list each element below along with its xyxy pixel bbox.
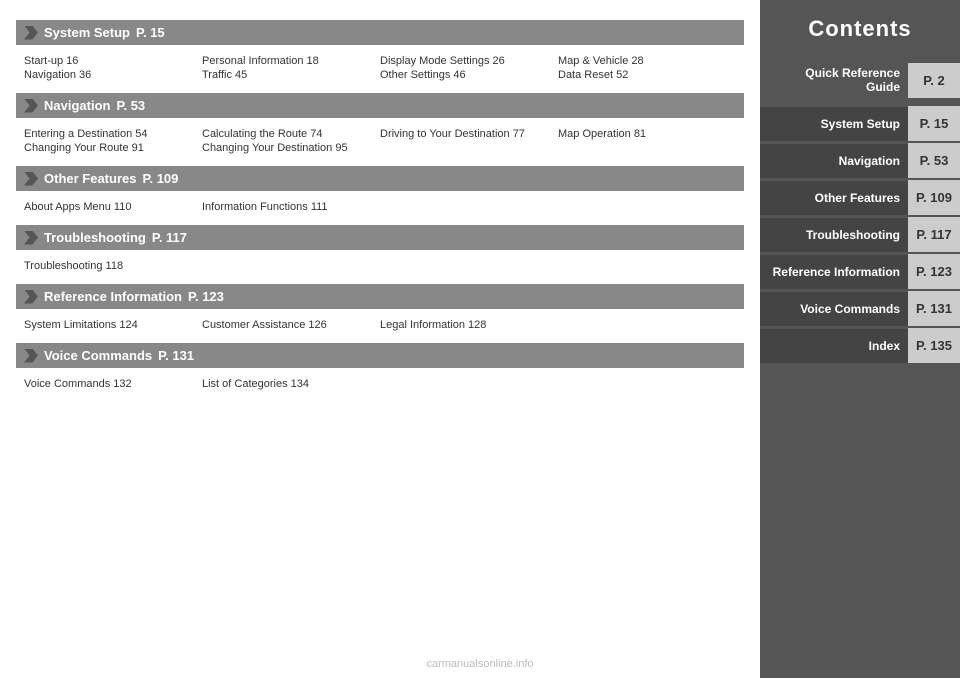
content-cell — [202, 260, 380, 272]
arrow-icon — [24, 231, 38, 245]
content-cell: Other Settings 46 — [380, 69, 558, 81]
sidebar-item-reference-information[interactable]: Reference InformationP. 123 — [760, 254, 960, 289]
content-row: Troubleshooting 118 — [24, 260, 736, 272]
content-cell: List of Categories 134 — [202, 378, 380, 390]
section-header-system-setup: System Setup P. 15 — [16, 20, 744, 45]
sidebar-item-page: P. 131 — [908, 291, 960, 326]
sidebar-item-page: P. 123 — [908, 254, 960, 289]
section-content-troubleshooting: Troubleshooting 118 — [16, 256, 744, 284]
sidebar-item-page: P. 117 — [908, 217, 960, 252]
sidebar-item-troubleshooting[interactable]: TroubleshootingP. 117 — [760, 217, 960, 252]
section-content-navigation: Entering a Destination 54Calculating the… — [16, 124, 744, 166]
sidebar-item-label: Navigation — [760, 144, 908, 178]
section-header-voice-commands: Voice Commands P. 131 — [16, 343, 744, 368]
content-cell — [380, 260, 558, 272]
content-cell: Information Functions 111 — [202, 201, 380, 213]
sidebar-item-quick-reference-guide[interactable]: Quick Reference GuideP. 2 — [760, 56, 960, 104]
sidebar-item-page: P. 15 — [908, 106, 960, 141]
content-cell: Voice Commands 132 — [24, 378, 202, 390]
arrow-icon — [24, 349, 38, 363]
section-title: Other Features — [44, 171, 136, 186]
content-cell — [380, 378, 558, 390]
sidebar-item-page: P. 2 — [908, 63, 960, 98]
section-header-other-features: Other Features P. 109 — [16, 166, 744, 191]
sidebar-item-voice-commands[interactable]: Voice CommandsP. 131 — [760, 291, 960, 326]
sidebar-item-index[interactable]: IndexP. 135 — [760, 328, 960, 363]
sidebar-item-label: Troubleshooting — [760, 218, 908, 252]
content-row: About Apps Menu 110Information Functions… — [24, 201, 736, 213]
sidebar-item-page: P. 53 — [908, 143, 960, 178]
content-cell: Personal Information 18 — [202, 55, 380, 67]
section-header-reference-information: Reference Information P. 123 — [16, 284, 744, 309]
content-cell: Map Operation 81 — [558, 128, 736, 140]
section-content-system-setup: Start-up 16Personal Information 18Displa… — [16, 51, 744, 93]
sidebar-item-page: P. 109 — [908, 180, 960, 215]
content-cell: Traffic 45 — [202, 69, 380, 81]
content-cell: Customer Assistance 126 — [202, 319, 380, 331]
content-cell: Calculating the Route 74 — [202, 128, 380, 140]
content-cell — [558, 378, 736, 390]
content-cell: Display Mode Settings 26 — [380, 55, 558, 67]
content-row: Entering a Destination 54Calculating the… — [24, 128, 736, 140]
section-content-reference-information: System Limitations 124Customer Assistanc… — [16, 315, 744, 343]
content-cell — [558, 260, 736, 272]
sidebar-item-page: P. 135 — [908, 328, 960, 363]
section-title: Reference Information — [44, 289, 182, 304]
sidebar-item-navigation[interactable]: NavigationP. 53 — [760, 143, 960, 178]
sidebar-item-label: Reference Information — [760, 255, 908, 289]
content-row: Voice Commands 132List of Categories 134 — [24, 378, 736, 390]
section-page: P. 131 — [158, 348, 194, 363]
arrow-icon — [24, 99, 38, 113]
section-content-voice-commands: Voice Commands 132List of Categories 134 — [16, 374, 744, 402]
section-page: P. 15 — [136, 25, 165, 40]
sidebar-item-label: Other Features — [760, 181, 908, 215]
section-title: Voice Commands — [44, 348, 152, 363]
section-page: P. 109 — [142, 171, 178, 186]
sidebar-item-label: Voice Commands — [760, 292, 908, 326]
content-cell: Data Reset 52 — [558, 69, 736, 81]
content-cell — [558, 319, 736, 331]
arrow-icon — [24, 290, 38, 304]
content-cell: Changing Your Route 91 — [24, 142, 202, 154]
sidebar-title: Contents — [760, 0, 960, 56]
content-cell: Legal Information 128 — [380, 319, 558, 331]
section-title: Troubleshooting — [44, 230, 146, 245]
content-area: System Setup P. 15 Start-up 16Personal In… — [0, 0, 760, 678]
section-title: System Setup — [44, 25, 130, 40]
content-cell — [380, 201, 558, 213]
content-row: Changing Your Route 91Changing Your Dest… — [24, 142, 736, 154]
content-row: System Limitations 124Customer Assistanc… — [24, 319, 736, 331]
arrow-icon — [24, 172, 38, 186]
sidebar-item-system-setup[interactable]: System SetupP. 15 — [760, 106, 960, 141]
sidebar-item-label: System Setup — [760, 107, 908, 141]
section-header-troubleshooting: Troubleshooting P. 117 — [16, 225, 744, 250]
content-cell: About Apps Menu 110 — [24, 201, 202, 213]
content-row: Navigation 36Traffic 45Other Settings 46… — [24, 69, 736, 81]
section-title: Navigation — [44, 98, 110, 113]
content-cell: System Limitations 124 — [24, 319, 202, 331]
section-page: P. 53 — [116, 98, 145, 113]
content-cell: Map & Vehicle 28 — [558, 55, 736, 67]
content-cell — [558, 201, 736, 213]
content-cell: Navigation 36 — [24, 69, 202, 81]
content-cell: Changing Your Destination 95 — [202, 142, 380, 154]
content-cell — [380, 142, 558, 154]
sidebar-item-label: Quick Reference Guide — [760, 56, 908, 104]
section-content-other-features: About Apps Menu 110Information Functions… — [16, 197, 744, 225]
section-header-navigation: Navigation P. 53 — [16, 93, 744, 118]
sidebar-item-label: Index — [760, 329, 908, 363]
content-cell: Driving to Your Destination 77 — [380, 128, 558, 140]
content-cell: Start-up 16 — [24, 55, 202, 67]
sidebar-item-other-features[interactable]: Other FeaturesP. 109 — [760, 180, 960, 215]
content-row: Start-up 16Personal Information 18Displa… — [24, 55, 736, 67]
sidebar: Contents Quick Reference GuideP. 2System… — [760, 0, 960, 678]
content-cell: Troubleshooting 118 — [24, 260, 202, 272]
content-cell — [558, 142, 736, 154]
arrow-icon — [24, 26, 38, 40]
content-cell: Entering a Destination 54 — [24, 128, 202, 140]
section-page: P. 117 — [152, 230, 187, 245]
section-page: P. 123 — [188, 289, 224, 304]
